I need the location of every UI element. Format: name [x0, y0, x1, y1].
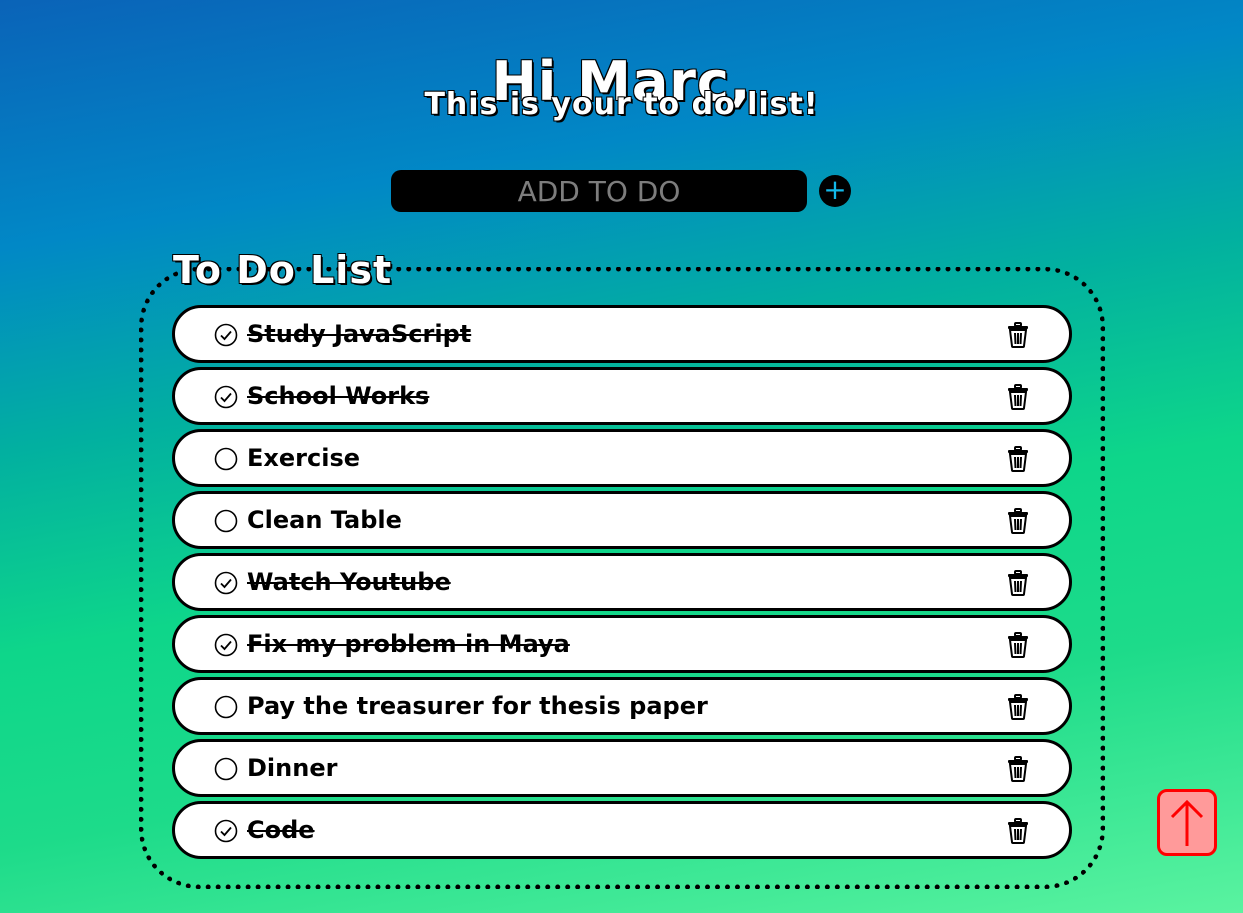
- scroll-to-top-button[interactable]: [1157, 789, 1217, 856]
- trash-icon[interactable]: [1007, 632, 1029, 658]
- todo-list-title: To Do List: [173, 248, 393, 292]
- todo-text: Fix my problem in Maya: [247, 630, 570, 658]
- todo-item: Study JavaScript: [172, 305, 1072, 363]
- todo-item: Fix my problem in Maya: [172, 615, 1072, 673]
- todo-list: Study JavaScript School Works Exercise Clea…: [172, 305, 1072, 863]
- empty-circle-icon[interactable]: [214, 509, 238, 533]
- todo-text: Pay the treasurer for thesis paper: [247, 692, 708, 720]
- todo-item: Code: [172, 801, 1072, 859]
- todo-item: Clean Table: [172, 491, 1072, 549]
- todo-text: School Works: [247, 382, 430, 410]
- trash-icon[interactable]: [1007, 322, 1029, 348]
- todo-item: Watch Youtube: [172, 553, 1072, 611]
- todo-text: Dinner: [247, 754, 338, 782]
- trash-icon[interactable]: [1007, 570, 1029, 596]
- trash-icon[interactable]: [1007, 694, 1029, 720]
- trash-icon[interactable]: [1007, 756, 1029, 782]
- trash-icon[interactable]: [1007, 446, 1029, 472]
- add-todo-input[interactable]: [391, 170, 807, 212]
- empty-circle-icon[interactable]: [214, 695, 238, 719]
- add-todo-button[interactable]: +: [819, 175, 851, 207]
- empty-circle-icon[interactable]: [214, 757, 238, 781]
- check-circle-icon[interactable]: [214, 385, 238, 409]
- todo-text: Code: [247, 816, 315, 844]
- todo-text: Watch Youtube: [247, 568, 451, 596]
- todo-text: Study JavaScript: [247, 320, 472, 348]
- check-circle-icon[interactable]: [214, 633, 238, 657]
- check-circle-icon[interactable]: [214, 819, 238, 843]
- todo-text: Clean Table: [247, 506, 402, 534]
- page-subtitle: This is your to do list!: [424, 87, 819, 122]
- todo-item: Pay the treasurer for thesis paper: [172, 677, 1072, 735]
- trash-icon[interactable]: [1007, 818, 1029, 844]
- todo-item: School Works: [172, 367, 1072, 425]
- plus-icon: +: [823, 173, 847, 206]
- todo-item: Exercise: [172, 429, 1072, 487]
- trash-icon[interactable]: [1007, 508, 1029, 534]
- trash-icon[interactable]: [1007, 384, 1029, 410]
- empty-circle-icon[interactable]: [214, 447, 238, 471]
- todo-text: Exercise: [247, 444, 361, 472]
- arrow-up-icon: [1170, 799, 1204, 846]
- check-circle-icon[interactable]: [214, 571, 238, 595]
- todo-item: Dinner: [172, 739, 1072, 797]
- check-circle-icon[interactable]: [214, 323, 238, 347]
